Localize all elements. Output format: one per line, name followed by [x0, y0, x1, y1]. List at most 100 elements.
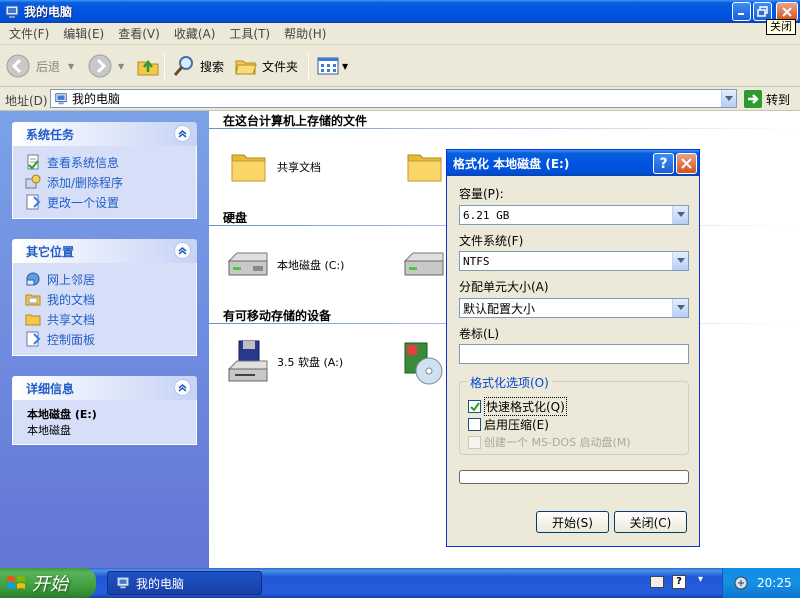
details-title: 详细信息: [26, 381, 75, 396]
toolbar: 后退 ▼ ▼ 搜索 文件夹 ▼: [0, 45, 800, 87]
close-icon: [681, 158, 692, 169]
start-format-label: 开始(S): [552, 515, 593, 530]
system-tasks-header[interactable]: 系统任务: [12, 122, 197, 146]
enable-compression-checkbox[interactable]: 启用压缩(E): [468, 416, 549, 433]
forward-arrow-icon: [88, 54, 112, 78]
dialog-close-x-button[interactable]: [676, 153, 697, 174]
checkbox-disabled-icon: [468, 435, 481, 449]
up-folder-button[interactable]: [136, 53, 160, 79]
keyboard-icon[interactable]: [650, 576, 664, 588]
my-documents-item[interactable]: [405, 147, 445, 187]
start-format-button[interactable]: 开始(S): [536, 511, 609, 533]
address-label: 地址(D): [5, 94, 48, 108]
system-tasks-body: 查看系统信息 添加/删除程序 更改一个设置: [12, 146, 197, 219]
close-dialog-button[interactable]: 关闭(C): [614, 511, 687, 533]
floppy-drive-item[interactable]: 3.5 软盘 (A:): [225, 339, 343, 385]
shared-documents-link[interactable]: 共享文档: [25, 309, 196, 329]
chevron-down-icon: [676, 212, 685, 217]
minimize-button[interactable]: [732, 2, 751, 21]
dialog-help-button[interactable]: ?: [653, 153, 674, 174]
floppy-drive-label: 3.5 软盘 (A:): [277, 356, 344, 369]
menu-help[interactable]: 帮助(H): [284, 25, 326, 42]
back-dropdown-icon[interactable]: ▼: [68, 62, 74, 71]
my-computer-icon: [117, 577, 129, 589]
close-icon: [782, 6, 792, 17]
capacity-select[interactable]: 6.21 GB: [459, 205, 689, 225]
collapse-system-tasks-button[interactable]: [174, 125, 191, 142]
forward-button[interactable]: ▼: [88, 53, 124, 79]
local-disk-e-item[interactable]: [401, 245, 447, 285]
network-places-link[interactable]: 网上邻居: [25, 269, 196, 289]
back-button[interactable]: 后退 ▼: [6, 53, 74, 79]
close-tooltip: 关闭: [766, 19, 796, 35]
menu-edit[interactable]: 编辑(E): [63, 25, 104, 42]
change-setting-link[interactable]: 更改一个设置: [25, 192, 196, 212]
cd-drive-item[interactable]: [401, 337, 447, 387]
details-item-type: 本地磁盘: [27, 424, 71, 437]
help-icon: ?: [659, 155, 668, 172]
enable-compression-label: 启用压缩(E): [484, 418, 549, 432]
start-button[interactable]: 开始: [0, 568, 96, 598]
go-button[interactable]: 转到: [744, 90, 790, 108]
control-panel-link[interactable]: 控制面板: [25, 329, 196, 349]
menu-file[interactable]: 文件(F): [9, 25, 49, 42]
local-disk-c-item[interactable]: 本地磁盘 (C:): [225, 245, 344, 285]
collapse-details-button[interactable]: [174, 379, 191, 396]
system-tasks-title: 系统任务: [26, 127, 75, 142]
window-titlebar[interactable]: 我的电脑: [0, 0, 800, 23]
menu-favorites[interactable]: 收藏(A): [174, 25, 216, 42]
views-button[interactable]: ▼: [316, 53, 348, 79]
folder-icon: [25, 294, 41, 306]
menu-view[interactable]: 查看(V): [118, 25, 160, 42]
format-dialog-title: 格式化 本地磁盘 (E:): [453, 156, 570, 171]
quick-format-checkbox[interactable]: 快速格式化(Q): [468, 397, 567, 416]
collapse-other-places-button[interactable]: [174, 242, 191, 259]
control-panel-icon: [26, 331, 41, 347]
format-options-title: 格式化选项(O): [467, 374, 552, 391]
menu-tools[interactable]: 工具(T): [229, 25, 270, 42]
capacity-value: 6.21 GB: [463, 208, 510, 222]
allocation-size-dropdown-button[interactable]: [672, 299, 688, 317]
volume-label-input[interactable]: [459, 344, 689, 364]
file-system-dropdown-button[interactable]: [672, 252, 688, 270]
network-tray-icon[interactable]: [733, 575, 749, 591]
hard-disk-icon: [227, 252, 268, 276]
clock[interactable]: 20:25: [757, 576, 792, 590]
window-title: 我的电脑: [24, 5, 73, 19]
address-bar: 地址(D) 我的电脑 转到: [0, 87, 800, 111]
other-places-header[interactable]: 其它位置: [12, 239, 197, 263]
language-bar-chevron-icon[interactable]: ▾: [698, 574, 703, 585]
up-folder-icon: [137, 59, 159, 76]
shared-documents-item[interactable]: 共享文档: [229, 147, 321, 187]
capacity-dropdown-button[interactable]: [672, 206, 688, 224]
file-system-select[interactable]: NTFS: [459, 251, 689, 271]
back-label: 后退: [36, 59, 61, 74]
add-remove-programs-link[interactable]: 添加/删除程序: [25, 172, 196, 192]
toolbar-separator: [308, 53, 309, 79]
help-tray-icon[interactable]: ?: [672, 575, 686, 589]
taskbar-item-my-computer[interactable]: 我的电脑: [107, 571, 262, 595]
file-system-value: NTFS: [463, 254, 490, 268]
details-panel: 详细信息 本地磁盘 (E:) 本地磁盘: [12, 376, 197, 445]
system-tasks-panel: 系统任务 查看系统信息 添加/删除程序 更改一个设置: [12, 122, 197, 219]
folders-button[interactable]: 文件夹: [234, 53, 298, 79]
my-documents-link[interactable]: 我的文档: [25, 289, 196, 309]
restore-icon: [757, 6, 768, 17]
forward-dropdown-icon[interactable]: ▼: [118, 62, 124, 71]
menu-bar: 文件(F) 编辑(E) 查看(V) 收藏(A) 工具(T) 帮助(H): [0, 23, 800, 45]
details-header[interactable]: 详细信息: [12, 376, 197, 400]
group-divider: [209, 128, 799, 129]
allocation-size-select[interactable]: 默认配置大小: [459, 298, 689, 318]
view-system-info-label: 查看系统信息: [47, 155, 120, 170]
folder-icon: [25, 314, 41, 326]
system-info-icon: [27, 154, 39, 170]
address-input[interactable]: 我的电脑: [50, 89, 737, 108]
other-places-title: 其它位置: [26, 244, 75, 259]
minimize-icon: [738, 13, 744, 15]
address-dropdown-button[interactable]: [721, 90, 736, 107]
format-options-group: 格式化选项(O) 快速格式化(Q) 启用压缩(E) 创建一个 MS-DOS 启动…: [459, 374, 689, 455]
view-system-info-link[interactable]: 查看系统信息: [25, 152, 196, 172]
group-removable-storage: 有可移动存储的设备: [223, 309, 332, 323]
search-button[interactable]: 搜索: [172, 53, 224, 79]
views-dropdown-icon[interactable]: ▼: [342, 62, 348, 71]
